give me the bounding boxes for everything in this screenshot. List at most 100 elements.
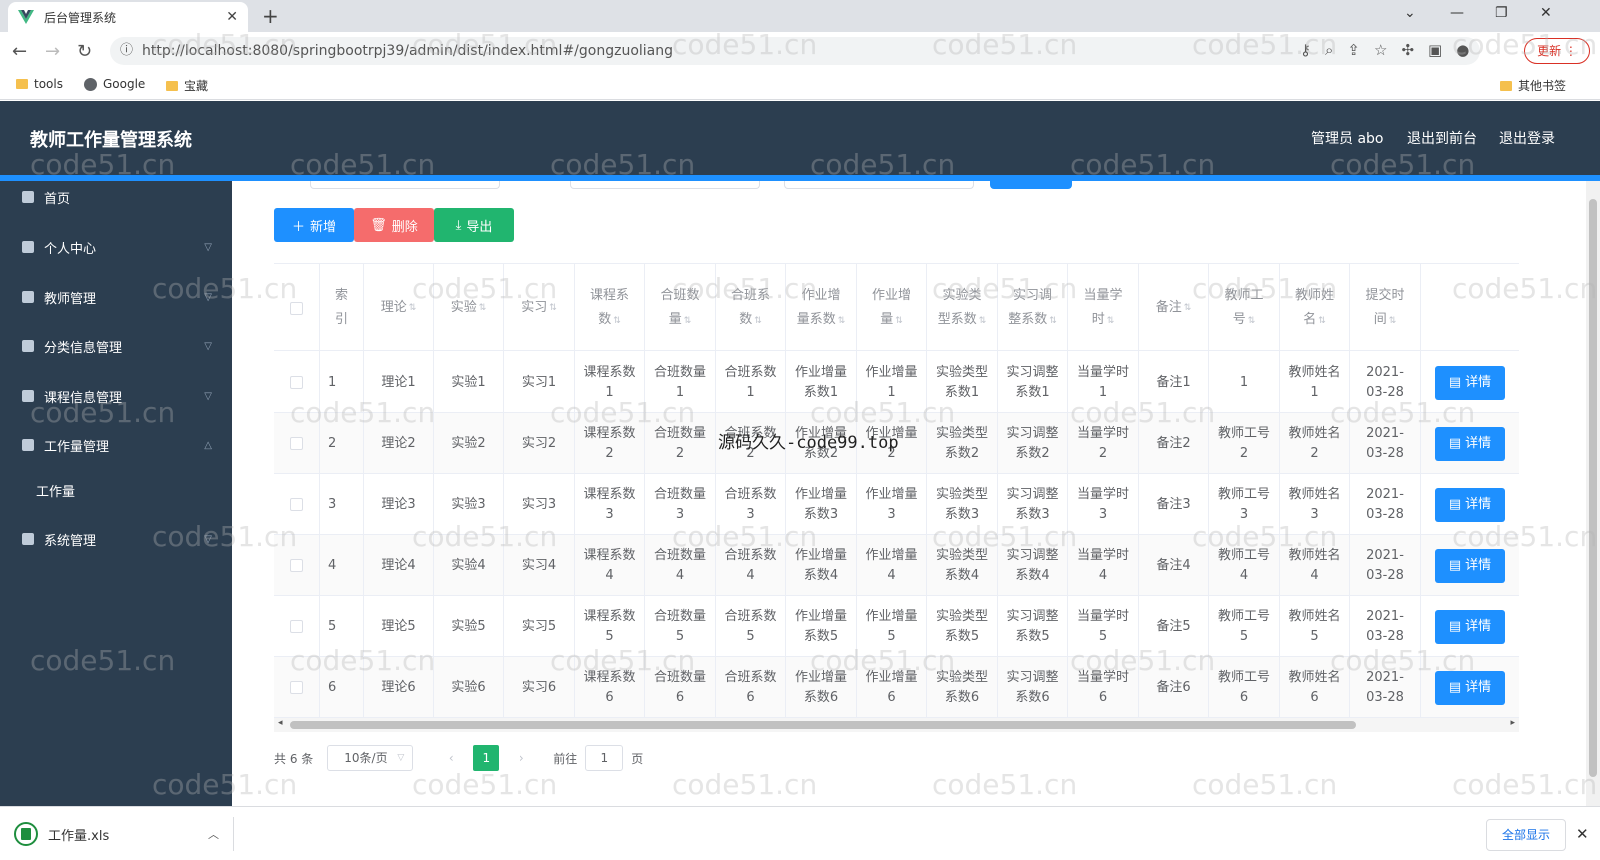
detail-button[interactable]: ▤ 详情 <box>1435 670 1505 705</box>
close-icon[interactable]: ✕ <box>1576 825 1589 843</box>
vertical-scrollbar[interactable] <box>1586 181 1600 806</box>
column-header[interactable]: 索引 <box>320 264 364 352</box>
horizontal-scroll-thumb[interactable] <box>290 721 1356 729</box>
column-header[interactable]: 教师工号 ⇅ <box>1209 264 1280 352</box>
update-button[interactable]: 更新 ⋮ <box>1524 38 1590 64</box>
column-header[interactable]: 合班系数 ⇅ <box>716 264 786 352</box>
window-close-icon[interactable]: ✕ <box>1540 5 1552 21</box>
search-input-stub[interactable] <box>784 181 974 189</box>
row-checkbox[interactable] <box>290 376 303 389</box>
restore-icon[interactable]: ❐ <box>1495 5 1508 21</box>
row-checkbox[interactable] <box>290 681 303 694</box>
sort-icon[interactable]: ⇅ <box>1049 316 1057 326</box>
zoom-icon[interactable]: ⌕ <box>1325 41 1333 59</box>
horizontal-scrollbar[interactable]: ◂ ▸ <box>274 718 1519 732</box>
next-page-button[interactable]: › <box>507 745 535 771</box>
column-header[interactable]: 作业增量系数 ⇅ <box>786 264 857 352</box>
sort-icon[interactable]: ⇅ <box>754 316 762 326</box>
sort-icon[interactable]: ⇅ <box>895 316 903 326</box>
column-header[interactable]: 课程系数 ⇅ <box>575 264 645 352</box>
sidebar-item-workload-mgmt[interactable]: 工作量管理 △ <box>0 425 232 465</box>
bookmark-google[interactable]: Google <box>84 77 145 91</box>
tab-close-icon[interactable]: ✕ <box>226 9 238 25</box>
column-header[interactable]: 当量学时 ⇅ <box>1068 264 1139 352</box>
row-select-cell[interactable] <box>274 474 320 535</box>
sidebar-item-categories[interactable]: 分类信息管理 ▽ <box>0 326 232 366</box>
column-header[interactable]: 提交时间 ⇅ <box>1350 264 1421 352</box>
site-info-icon[interactable]: ⓘ <box>120 37 133 65</box>
star-icon[interactable]: ☆ <box>1374 41 1387 59</box>
extensions-icon[interactable]: ✣ <box>1401 41 1414 59</box>
row-select-cell[interactable] <box>274 535 320 596</box>
tab-search-icon[interactable]: ⌄ <box>1404 5 1416 21</box>
sidebar-item-home[interactable]: 首页 <box>0 177 232 217</box>
chevron-up-icon[interactable]: ︿ <box>208 826 219 842</box>
detail-button[interactable]: ▤ 详情 <box>1435 609 1505 644</box>
sidebar-item-profile[interactable]: 个人中心 ▽ <box>0 227 232 267</box>
column-header[interactable]: 实习 ⇅ <box>504 264 575 352</box>
column-header[interactable]: 实验类型系数 ⇅ <box>927 264 998 352</box>
goto-page-input[interactable]: 1 <box>585 745 624 771</box>
page-size-select[interactable]: 10条/页 ▽ <box>327 745 414 771</box>
column-header[interactable]: 实验 ⇅ <box>434 264 504 352</box>
column-header[interactable]: 教师姓名 ⇅ <box>1280 264 1350 352</box>
row-select-cell[interactable] <box>274 596 320 657</box>
sort-icon[interactable]: ⇅ <box>1248 316 1256 326</box>
prev-page-button[interactable]: ‹ <box>437 745 465 771</box>
search-input-stub[interactable] <box>570 181 760 189</box>
search-input-stub[interactable] <box>310 181 500 189</box>
column-header[interactable]: 备注 ⇅ <box>1139 264 1209 352</box>
sort-icon[interactable]: ⇅ <box>1318 316 1326 326</box>
row-checkbox[interactable] <box>290 437 303 450</box>
sort-icon[interactable]: ⇅ <box>1107 316 1115 326</box>
download-item[interactable]: 工作量.xls ︿ <box>14 817 234 851</box>
column-header[interactable]: 合班数量 ⇅ <box>645 264 716 352</box>
new-tab-icon[interactable]: + <box>262 4 279 28</box>
back-icon[interactable]: ← <box>12 41 27 62</box>
browser-tab[interactable]: 后台管理系统 ✕ <box>8 2 248 32</box>
detail-button[interactable]: ▤ 详情 <box>1435 487 1505 522</box>
share-icon[interactable]: ⇪ <box>1347 41 1360 59</box>
row-checkbox[interactable] <box>290 498 303 511</box>
column-header[interactable]: 实习调整系数 ⇅ <box>998 264 1068 352</box>
scroll-right-icon[interactable]: ▸ <box>1510 718 1515 728</box>
bookmark-tools[interactable]: tools <box>16 77 63 91</box>
sidebar-item-courses[interactable]: 课程信息管理 ▽ <box>0 376 232 416</box>
sidepanel-icon[interactable]: ▣ <box>1428 41 1442 59</box>
sidebar-item-teachers[interactable]: 教师管理 ▽ <box>0 277 232 317</box>
bookmark-other[interactable]: 其他书签 <box>1500 77 1566 94</box>
detail-button[interactable]: ▤ 详情 <box>1435 365 1505 400</box>
sort-icon[interactable]: ⇅ <box>684 316 692 326</box>
add-button[interactable]: ＋新增 <box>274 208 354 242</box>
key-icon[interactable]: ⚷ <box>1300 41 1311 59</box>
url-field[interactable]: ⓘ http://localhost:8080/springbootrpj39/… <box>110 37 1480 65</box>
sidebar-item-system[interactable]: 系统管理 ▽ <box>0 519 232 559</box>
vertical-scroll-thumb[interactable] <box>1589 199 1597 777</box>
sort-icon[interactable]: ⇅ <box>1184 296 1192 320</box>
forward-icon[interactable]: → <box>45 41 60 62</box>
exit-to-front-link[interactable]: 退出到前台 <box>1407 128 1477 148</box>
sort-icon[interactable]: ⇅ <box>1389 316 1397 326</box>
sort-icon[interactable]: ⇅ <box>838 316 846 326</box>
logout-link[interactable]: 退出登录 <box>1499 128 1555 148</box>
scroll-left-icon[interactable]: ◂ <box>278 718 283 728</box>
table-row[interactable]: 3 理论3 实验3 实习3 课程系数3 合班数量3 合班系数3 作业增量系数3 作业增量3 实验类… <box>274 474 1519 535</box>
row-checkbox[interactable] <box>290 620 303 633</box>
table-row[interactable]: 4 理论4 实验4 实习4 课程系数4 合班数量4 合班系数4 作业增量系数4 作业增量4 实验类… <box>274 535 1519 596</box>
profile-icon[interactable]: ● <box>1456 41 1469 59</box>
sort-icon[interactable]: ⇅ <box>479 296 487 320</box>
table-row[interactable]: 1 理论1 实验1 实习1 课程系数1 合班数量1 合班系数1 作业增量系数1 作业增量1 实验类… <box>274 352 1519 413</box>
row-select-cell[interactable] <box>274 352 320 413</box>
table-row[interactable]: 5 理论5 实验5 实习5 课程系数5 合班数量5 合班系数5 作业增量系数5 作业增量5 实验类… <box>274 596 1519 657</box>
select-all-cell[interactable] <box>274 264 320 352</box>
detail-button[interactable]: ▤ 详情 <box>1435 548 1505 583</box>
sort-icon[interactable]: ⇅ <box>979 316 987 326</box>
table-row[interactable]: 2 理论2 实验2 实习2 课程系数2 合班数量2 合班系数2 作业增量系数2 作业增量2 实验类… <box>274 413 1519 474</box>
reload-icon[interactable]: ↻ <box>77 41 92 62</box>
bookmark-treasure[interactable]: 宝藏 <box>166 77 208 94</box>
sort-icon[interactable]: ⇅ <box>613 316 621 326</box>
delete-button[interactable]: 🗑 删除 <box>354 208 434 242</box>
column-header[interactable]: 作业增量 ⇅ <box>857 264 927 352</box>
sort-icon[interactable]: ⇅ <box>549 296 557 320</box>
row-select-cell[interactable] <box>274 657 320 718</box>
